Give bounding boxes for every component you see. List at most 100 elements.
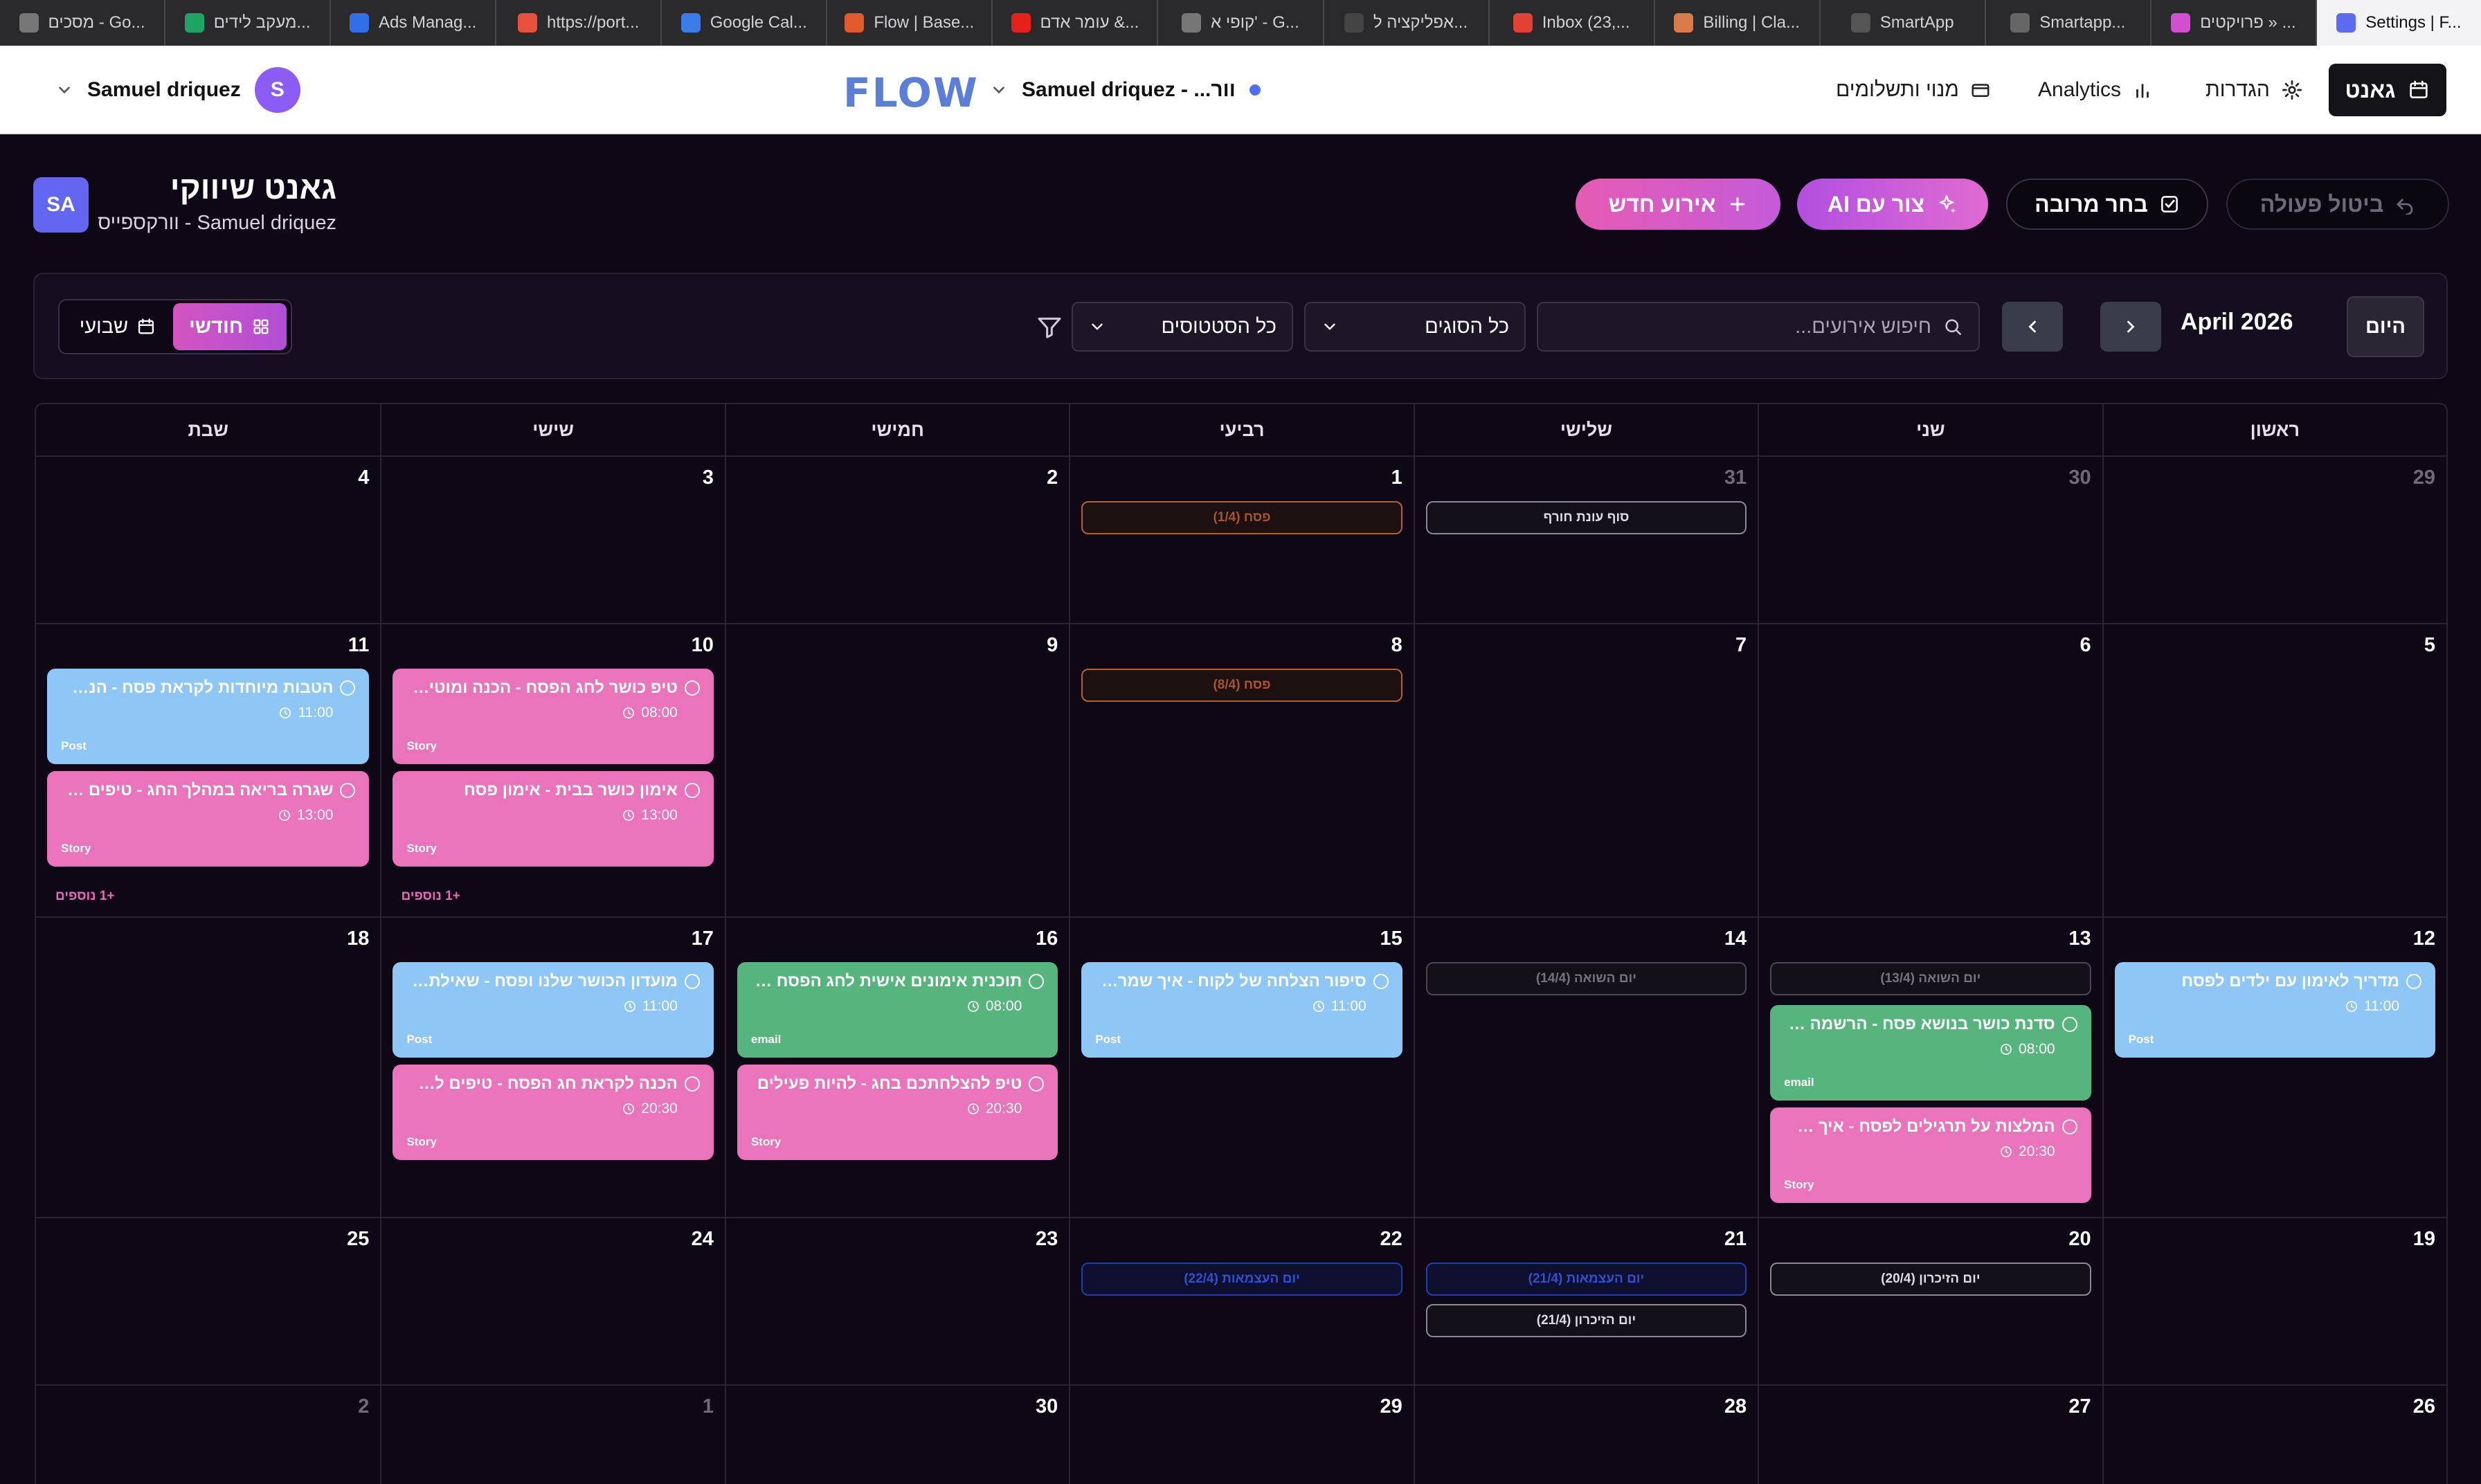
nav-settings[interactable]: הגדרות xyxy=(2205,66,2303,114)
calendar-day-cell[interactable]: 22 יום העצמאות (22/4) xyxy=(1069,1218,1413,1384)
status-circle-icon[interactable] xyxy=(340,783,356,798)
holiday-chip[interactable]: יום הזיכרון (20/4) xyxy=(1770,1263,2091,1296)
browser-tab[interactable]: SmartApp xyxy=(1821,0,1986,46)
create-with-ai-button[interactable]: צור עם AI xyxy=(1797,179,1988,230)
holiday-chip[interactable]: סוף עונת חורף xyxy=(1425,501,1747,534)
search-input[interactable] xyxy=(1558,315,1931,338)
more-events-link[interactable]: +1 נוספים xyxy=(401,889,460,904)
calendar-day-cell[interactable]: 29 xyxy=(2102,457,2446,623)
browser-tab[interactable]: פרויקטים » ... xyxy=(2151,0,2317,46)
calendar-day-cell[interactable]: 20 יום הזיכרון (20/4) xyxy=(1758,1218,2102,1384)
event-search[interactable] xyxy=(1537,302,1980,352)
status-filter-select[interactable]: כל הסטטוסים xyxy=(1072,302,1293,352)
browser-tab[interactable]: Billing | Cla... xyxy=(1655,0,1821,46)
calendar-day-cell[interactable]: 6 xyxy=(1758,624,2102,916)
browser-tab[interactable]: Google Cal... xyxy=(662,0,828,46)
calendar-day-cell[interactable]: 23 xyxy=(724,1218,1069,1384)
calendar-day-cell[interactable]: 14 יום השואה (14/4) xyxy=(1413,918,1758,1217)
event-card[interactable]: סדנת כושר בנושא פסח - הרשמה פתו... 08:00 e… xyxy=(1770,1005,2091,1101)
workspace-switcher[interactable]: Samuel driquez - ...וור xyxy=(990,66,1261,114)
browser-tab[interactable]: עומר אדם &... xyxy=(993,0,1159,46)
holiday-chip[interactable]: יום השואה (13/4) xyxy=(1770,962,2091,995)
calendar-day-cell[interactable]: 28 xyxy=(1413,1386,1758,1484)
event-card[interactable]: תוכנית אימונים אישית לחג הפסח - ע... 08:0… xyxy=(737,962,1058,1058)
gantt-button[interactable]: גאנט xyxy=(2329,64,2446,116)
filter-icon[interactable] xyxy=(1036,313,1063,341)
calendar-day-cell[interactable]: 5 xyxy=(2102,624,2446,916)
status-circle-icon[interactable] xyxy=(684,783,700,798)
calendar-day-cell[interactable]: 30 xyxy=(1758,457,2102,623)
calendar-day-cell[interactable]: 18 xyxy=(36,918,380,1217)
event-card[interactable]: סיפור הצלחה של לקוח - איך שמרתי ... 11:00… xyxy=(1081,962,1402,1058)
calendar-day-cell[interactable]: 10 טיפ כושר לחג הפסח - הכנה ומוטיבציה 08:0… xyxy=(380,624,724,916)
browser-tab[interactable]: אפליקציה ל... xyxy=(1324,0,1490,46)
undo-button[interactable]: ביטול פעולה xyxy=(2226,179,2449,230)
holiday-chip[interactable]: יום השואה (14/4) xyxy=(1425,962,1747,995)
browser-tab[interactable]: קופי א' - G... xyxy=(1158,0,1324,46)
next-month-button[interactable] xyxy=(2100,302,2161,352)
calendar-day-cell[interactable]: 2 xyxy=(36,1386,380,1484)
user-menu[interactable]: Samuel driquez S xyxy=(55,66,300,114)
browser-tab[interactable]: Ads Manag... xyxy=(331,0,497,46)
nav-billing[interactable]: מנוי ותשלומים xyxy=(1836,66,1991,114)
calendar-day-cell[interactable]: 24 xyxy=(380,1218,724,1384)
nav-analytics[interactable]: Analytics xyxy=(2038,66,2153,114)
holiday-chip[interactable]: יום העצמאות (21/4) xyxy=(1425,1263,1747,1296)
calendar-day-cell[interactable]: 27 xyxy=(1758,1386,2102,1484)
type-filter-select[interactable]: כל הסוגים xyxy=(1304,302,1526,352)
status-circle-icon[interactable] xyxy=(684,680,700,696)
event-card[interactable]: שגרה בריאה במהלך החג - טיפים באי... 13:00… xyxy=(47,771,370,867)
holiday-chip[interactable]: יום הזיכרון (21/4) xyxy=(1425,1304,1747,1337)
calendar-day-cell[interactable]: 11 הטבות מיוחדות לקראת פסח - הנחה ע... 11:… xyxy=(36,624,380,916)
status-circle-icon[interactable] xyxy=(1373,974,1389,989)
today-button[interactable]: היום xyxy=(2347,296,2424,357)
view-week-button[interactable]: שבועי xyxy=(69,303,166,350)
multi-select-button[interactable]: בחר מרובה xyxy=(2006,179,2208,230)
new-event-button[interactable]: אירוע חדש xyxy=(1576,179,1780,230)
flow-logo[interactable]: FLOW xyxy=(843,69,979,116)
status-circle-icon[interactable] xyxy=(2062,1119,2077,1134)
event-card[interactable]: הטבות מיוחדות לקראת פסח - הנחה ע... 11:00… xyxy=(47,669,370,764)
calendar-day-cell[interactable]: 9 xyxy=(724,624,1069,916)
calendar-day-cell[interactable]: 1 פסח (1/4) xyxy=(1069,457,1413,623)
calendar-day-cell[interactable]: 3 xyxy=(380,457,724,623)
status-circle-icon[interactable] xyxy=(2062,1017,2077,1032)
calendar-day-cell[interactable]: 2 xyxy=(724,457,1069,623)
status-circle-icon[interactable] xyxy=(684,974,700,989)
browser-tab[interactable]: Flow | Base... xyxy=(827,0,993,46)
calendar-day-cell[interactable]: 1 xyxy=(380,1386,724,1484)
calendar-day-cell[interactable]: 17 מועדון הכושר שלנו ופסח - שאילתא ... 11:… xyxy=(380,918,724,1217)
calendar-day-cell[interactable]: 31 סוף עונת חורף xyxy=(1413,457,1758,623)
calendar-day-cell[interactable]: 4 xyxy=(36,457,380,623)
calendar-day-cell[interactable]: 15 סיפור הצלחה של לקוח - איך שמרתי ... 11:… xyxy=(1069,918,1413,1217)
event-card[interactable]: טיפ כושר לחג הפסח - הכנה ומוטיבציה 08:00 S… xyxy=(393,669,714,764)
status-circle-icon[interactable] xyxy=(2406,974,2421,989)
event-card[interactable]: הכנה לקראת חג הפסח - טיפים לתזו... 20:30 S… xyxy=(393,1065,714,1160)
calendar-day-cell[interactable]: 29 xyxy=(1069,1386,1413,1484)
status-circle-icon[interactable] xyxy=(340,680,356,696)
calendar-day-cell[interactable]: 13 יום השואה (13/4) סדנת כושר בנושא פסח - … xyxy=(1758,918,2102,1217)
event-card[interactable]: מדריך לאימון עם ילדים לפסח 11:00 Post xyxy=(2114,962,2435,1058)
browser-tab[interactable]: Inbox (23,... xyxy=(1490,0,1655,46)
event-card[interactable]: טיפ להצלחתכם בחג - להיות פעילים 20:30 Stor… xyxy=(737,1065,1058,1160)
browser-tab[interactable]: https://port... xyxy=(496,0,662,46)
browser-tab[interactable]: מעקב לידים... xyxy=(165,0,332,46)
browser-tab[interactable]: מסכים - Go... xyxy=(0,0,166,46)
calendar-day-cell[interactable]: 21 יום העצמאות (21/4) יום הזיכרון (21/4) xyxy=(1413,1218,1758,1384)
calendar-day-cell[interactable]: 19 xyxy=(2102,1218,2446,1384)
calendar-day-cell[interactable]: 7 xyxy=(1413,624,1758,916)
browser-tab[interactable]: Settings | F... xyxy=(2316,0,2481,46)
view-month-button[interactable]: חודשי xyxy=(173,303,287,350)
calendar-day-cell[interactable]: 30 xyxy=(724,1386,1069,1484)
prev-month-button[interactable] xyxy=(2002,302,2063,352)
holiday-chip[interactable]: פסח (1/4) xyxy=(1081,501,1402,534)
calendar-day-cell[interactable]: 8 פסח (8/4) xyxy=(1069,624,1413,916)
event-card[interactable]: מועדון הכושר שלנו ופסח - שאילתא ... 11:00… xyxy=(393,962,714,1058)
holiday-chip[interactable]: פסח (8/4) xyxy=(1081,669,1402,702)
calendar-day-cell[interactable]: 25 xyxy=(36,1218,380,1384)
calendar-day-cell[interactable]: 16 תוכנית אימונים אישית לחג הפסח - ע... 08… xyxy=(724,918,1069,1217)
calendar-day-cell[interactable]: 12 מדריך לאימון עם ילדים לפסח 11:00 Post xyxy=(2102,918,2446,1217)
event-card[interactable]: אימון כושר בבית - אימון פסח 13:00 Story xyxy=(393,771,714,867)
calendar-day-cell[interactable]: 26 xyxy=(2102,1386,2446,1484)
status-circle-icon[interactable] xyxy=(684,1076,700,1092)
